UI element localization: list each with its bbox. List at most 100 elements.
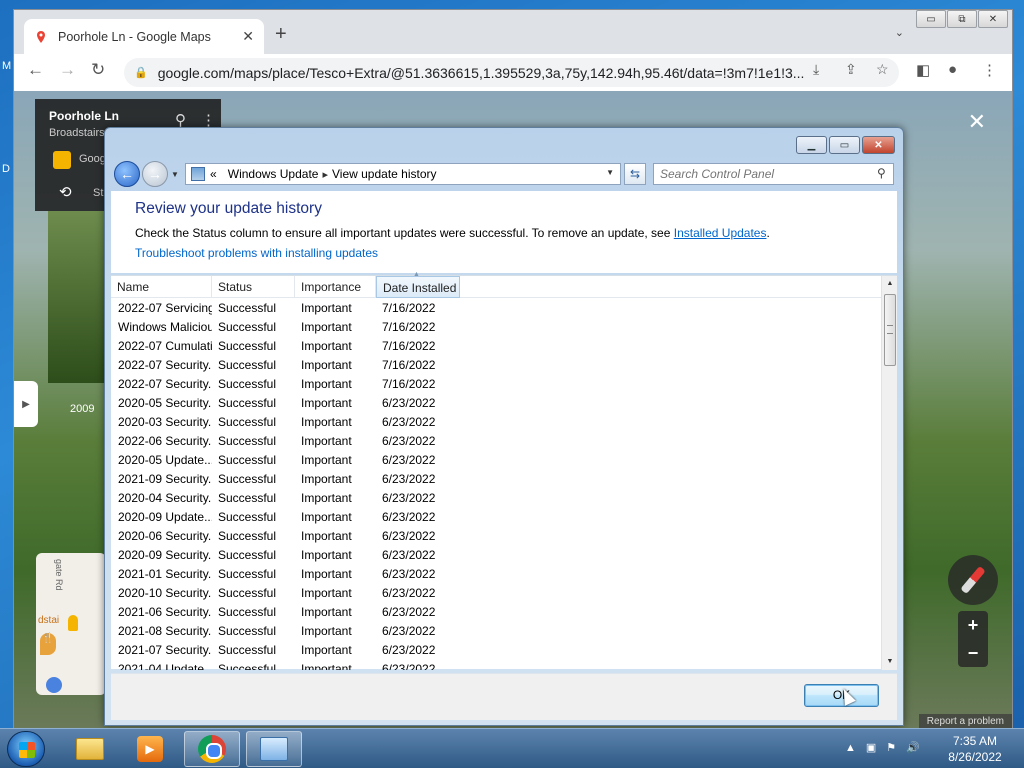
refresh-button[interactable]: ⇆ [624, 163, 646, 185]
update-importance: Important [301, 320, 352, 334]
update-name: 2020-05 Update... [118, 453, 212, 467]
mini-map-shop-icon[interactable] [46, 677, 62, 693]
tab-google-maps[interactable]: Poorhole Ln - Google Maps ✕ [24, 19, 264, 54]
expand-panel-chevron-icon[interactable]: ▶ [14, 381, 38, 427]
reload-icon[interactable]: ↻ [91, 60, 105, 80]
table-row[interactable]: 2020-05 Update... Successful Important 6/23… [111, 451, 881, 470]
scroll-up-icon[interactable]: ▲ [882, 276, 898, 292]
table-row[interactable]: 2022-07 Servicing... Successful Important 7… [111, 299, 881, 318]
action-center-flag-icon[interactable]: ⚑ [886, 742, 906, 754]
chrome-icon [198, 735, 226, 763]
forward-arrow-icon[interactable]: → [59, 60, 76, 80]
address-dropdown-icon[interactable]: ▼ [606, 168, 614, 177]
column-header-date-installed[interactable]: Date Installed [376, 276, 460, 298]
restore-button[interactable]: ⧉ [947, 10, 977, 28]
volume-icon[interactable]: 🔊 [906, 742, 930, 754]
vertical-scrollbar[interactable]: ▲ ▼ [881, 276, 897, 670]
table-row[interactable]: 2020-03 Security... Successful Important 6/… [111, 413, 881, 432]
compass-icon[interactable] [948, 555, 998, 605]
taskbar-media-player[interactable]: ▶ [122, 731, 178, 767]
update-status: Successful [218, 510, 277, 524]
report-problem-link[interactable]: Report a problem [918, 714, 1012, 729]
table-row[interactable]: 2021-06 Security... Successful Important 6/… [111, 603, 881, 622]
table-row[interactable]: 2021-08 Security... Successful Important 6/… [111, 622, 881, 641]
installed-updates-link[interactable]: Installed Updates [674, 226, 767, 240]
update-importance: Important [301, 529, 352, 543]
network-icon[interactable]: ▣ [866, 742, 886, 754]
taskbar-chrome[interactable] [184, 731, 240, 767]
update-importance: Important [301, 643, 352, 657]
table-row[interactable]: 2020-09 Security... Successful Important 6/… [111, 546, 881, 565]
table-row[interactable]: 2020-06 Security... Successful Important 6/… [111, 527, 881, 546]
minimize-button[interactable]: ▭ [916, 10, 946, 28]
show-hidden-icons-icon[interactable]: ▲ [845, 742, 866, 754]
troubleshoot-link[interactable]: Troubleshoot problems with installing up… [135, 246, 378, 260]
table-row[interactable]: 2020-09 Update... Successful Important 6/23… [111, 508, 881, 527]
forward-button[interactable]: → [142, 161, 168, 187]
column-header-name[interactable]: Name [111, 276, 212, 298]
taskbar-control-panel[interactable] [246, 731, 302, 767]
timeline-label: St [93, 187, 104, 199]
breadcrumb-view-update-history[interactable]: View update history [332, 167, 437, 181]
more-menu-icon[interactable]: ⋮ [982, 61, 997, 79]
table-row[interactable]: 2020-10 Security... Successful Important 6/… [111, 584, 881, 603]
table-row[interactable]: 2021-09 Security... Successful Important 6/… [111, 470, 881, 489]
update-date: 7/16/2022 [382, 320, 436, 334]
table-row[interactable]: 2022-07 Cumulative... Successful Important… [111, 337, 881, 356]
breadcrumb-address-bar[interactable]: « Windows Update ▸ View update history ▼ [185, 163, 621, 185]
profile-avatar-icon[interactable]: ● [948, 61, 957, 78]
recent-pages-dropdown-icon[interactable]: ▼ [171, 170, 179, 179]
column-header-status[interactable]: Status [212, 276, 295, 298]
table-row[interactable]: 2022-07 Security... Successful Important 7/… [111, 356, 881, 375]
breadcrumb-separator-icon[interactable]: ▸ [322, 168, 328, 181]
url-text[interactable]: google.com/maps/place/Tesco+Extra/@51.36… [158, 65, 813, 81]
table-row[interactable]: 2021-07 Security... Successful Important 6/… [111, 641, 881, 660]
update-name: 2020-03 Security... [118, 415, 212, 429]
start-button[interactable] [7, 731, 45, 767]
taskbar: ▶ ▲▣⚑🔊 7:35 AM 8/26/2022 [0, 728, 1024, 768]
window-caption-buttons: ▁ ▭ ✕ [794, 136, 895, 154]
breadcrumb-windows-update[interactable]: Windows Update [228, 167, 319, 181]
close-button[interactable]: ✕ [978, 10, 1008, 28]
time-travel-clock-icon[interactable]: ⟲ [59, 183, 72, 201]
maximize-button[interactable]: ▭ [829, 136, 860, 154]
search-control-panel-input[interactable] [653, 163, 894, 185]
minimize-button[interactable]: ▁ [796, 136, 827, 154]
mini-map[interactable]: gate Rd dstai 🍴 [36, 553, 106, 695]
restaurant-marker-icon: 🍴 [40, 633, 56, 655]
update-date: 7/16/2022 [382, 301, 436, 315]
street-photo-thumbnail[interactable] [48, 211, 108, 383]
table-row[interactable]: 2022-07 Security... Successful Important 7/… [111, 375, 881, 394]
taskbar-explorer[interactable] [62, 731, 118, 767]
taskbar-clock[interactable]: 7:35 AM 8/26/2022 [944, 733, 1006, 765]
table-row[interactable]: Windows Malicious... Successful Important 7… [111, 318, 881, 337]
update-history-list[interactable]: Name Status Importance Date Installed ▲ … [111, 271, 897, 670]
update-importance: Important [301, 662, 352, 670]
zoom-in-button[interactable]: + [958, 611, 988, 639]
address-bar[interactable]: 🔒 google.com/maps/place/Tesco+Extra/@51.… [124, 58, 899, 87]
scroll-down-icon[interactable]: ▼ [882, 654, 898, 670]
search-icon[interactable]: ⚲ [877, 166, 886, 180]
back-button[interactable]: ← [114, 161, 140, 187]
mini-map-town-label: dstai [38, 615, 60, 626]
scrollbar-thumb[interactable] [884, 294, 896, 366]
table-row[interactable]: 2020-04 Security... Successful Important 6/… [111, 489, 881, 508]
table-row[interactable]: 2021-04 Update... Successful Important 6/23… [111, 660, 881, 670]
zoom-out-button[interactable]: − [958, 639, 988, 667]
share-icon[interactable]: ⇪ [845, 61, 857, 78]
install-app-icon[interactable]: ⤓ [813, 61, 819, 78]
table-row[interactable]: 2021-01 Security... Successful Important 6/… [111, 565, 881, 584]
breadcrumb-overflow[interactable]: « [210, 167, 217, 181]
new-tab-button[interactable]: + [275, 24, 287, 44]
close-button[interactable]: ✕ [862, 136, 895, 154]
table-row[interactable]: 2020-05 Security... Successful Important 6/… [111, 394, 881, 413]
side-panel-icon[interactable]: ◧ [916, 61, 930, 79]
tab-search-chevron-icon[interactable]: ⌄ [895, 26, 904, 39]
table-row[interactable]: 2022-06 Security... Successful Important 6/… [111, 432, 881, 451]
back-arrow-icon[interactable]: ← [27, 60, 44, 80]
bookmark-star-icon[interactable]: ☆ [876, 61, 889, 78]
timeline-year: 2009 [70, 403, 95, 415]
column-header-importance[interactable]: Importance [295, 276, 376, 298]
close-street-view-icon[interactable]: ✕ [968, 109, 986, 135]
tab-close-icon[interactable]: ✕ [242, 28, 254, 45]
